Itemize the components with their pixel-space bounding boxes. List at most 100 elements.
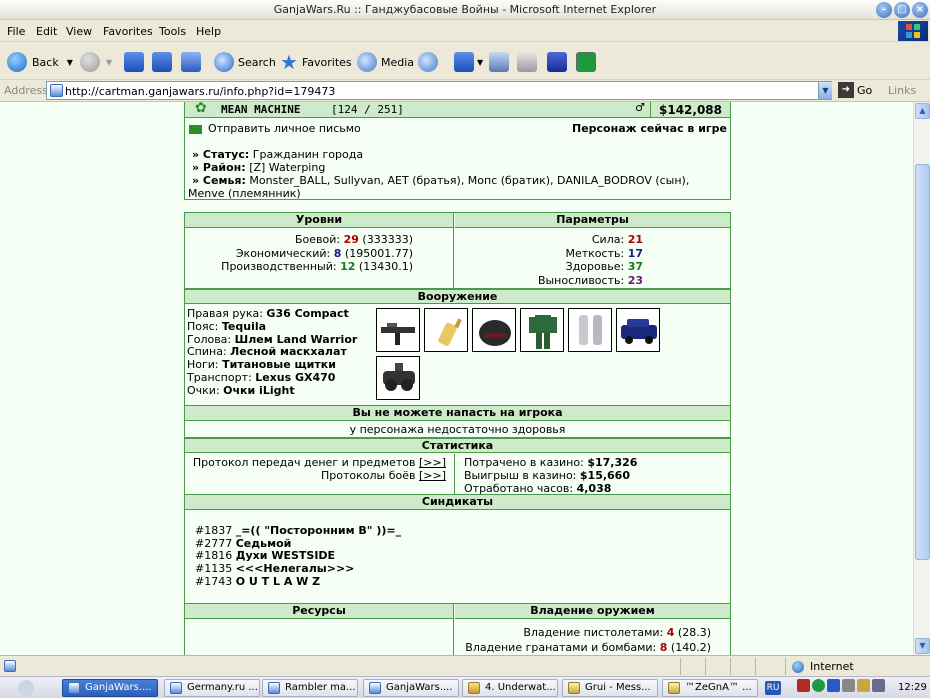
male-icon: ♂: [635, 102, 645, 114]
display-tray-icon[interactable]: [872, 679, 885, 692]
leg-guards-icon[interactable]: [568, 308, 612, 352]
icq-tray-icon[interactable]: [812, 679, 825, 692]
edit-button[interactable]: [517, 50, 537, 74]
level-value: 29: [343, 233, 359, 246]
weapon-link[interactable]: Титановые щитки: [222, 358, 336, 371]
mail-dropdown-icon[interactable]: ▼: [477, 58, 483, 67]
media-button[interactable]: Media: [357, 50, 414, 74]
family-row-2[interactable]: Menve (племянник): [188, 187, 301, 200]
mastery-value: 4: [666, 626, 675, 639]
volume-tray-icon[interactable]: [842, 679, 855, 692]
network-tray-icon[interactable]: [827, 679, 840, 692]
home-button[interactable]: [181, 50, 201, 74]
mastery-extra: (28.3): [677, 626, 711, 639]
print-button[interactable]: [489, 50, 509, 74]
send-message-link[interactable]: Отправить личное письмо: [189, 122, 361, 135]
player-level: [124 / 251]: [331, 103, 404, 116]
weapon-link[interactable]: Lexus GX470: [255, 371, 335, 384]
taskbar-item[interactable]: Grui - Mess...: [562, 679, 658, 697]
weapon-link[interactable]: Шлем Land Warrior: [235, 333, 358, 346]
transfer-protocol-link[interactable]: [>>]: [419, 456, 446, 469]
forward-dropdown-icon[interactable]: ▼: [106, 58, 112, 67]
weapon-link[interactable]: Tequila: [222, 320, 266, 333]
back-button[interactable]: Back ▼: [7, 50, 73, 74]
mail-icon: [454, 52, 474, 72]
back-dropdown-icon[interactable]: ▼: [67, 58, 73, 67]
weapon-link[interactable]: Лесной маскхалат: [230, 345, 347, 358]
address-dropdown-icon[interactable]: ▼: [818, 82, 832, 99]
menu-help[interactable]: Help: [196, 25, 221, 38]
icq-icon: [576, 52, 596, 72]
search-button[interactable]: Search: [214, 50, 276, 74]
antivirus-tray-icon[interactable]: [797, 679, 810, 692]
mail-button[interactable]: ▼: [454, 50, 483, 74]
attack-reason: у персонажа недостаточно здоровья: [349, 423, 566, 436]
language-indicator[interactable]: RU: [765, 681, 781, 695]
menu-view[interactable]: View: [66, 25, 92, 38]
history-button[interactable]: [418, 50, 438, 74]
stop-button[interactable]: [124, 50, 144, 74]
menu-bar: File Edit View Favorites Tools Help: [0, 20, 930, 42]
casino-spent-label: Потрачено в казино:: [464, 456, 584, 469]
refresh-button[interactable]: [152, 50, 172, 74]
weapon-images-row-2: [376, 356, 420, 400]
camo-suit-icon[interactable]: [520, 308, 564, 352]
syndicate-row[interactable]: #1743 O U T L A W Z: [195, 575, 401, 589]
ie-icon: [68, 682, 80, 694]
family-links[interactable]: Monster_BALL, Sullyvan, AET (братья), Мо…: [249, 174, 689, 187]
car-icon[interactable]: [616, 308, 660, 352]
weapon-row: Очки: Очки iLight: [187, 383, 357, 398]
level-label: Боевой:: [294, 233, 341, 246]
minimize-button[interactable]: –: [876, 2, 892, 18]
weapon-slot-label: Очки:: [187, 383, 220, 397]
apple-start-icon[interactable]: [18, 680, 34, 696]
online-status: Персонаж сейчас в игре: [571, 122, 727, 135]
scroll-up-icon[interactable]: ▲: [915, 103, 930, 119]
menu-edit[interactable]: Edit: [36, 25, 57, 38]
weapon-link[interactable]: Очки iLight: [223, 384, 294, 397]
favorites-button[interactable]: ★ Favorites: [280, 50, 352, 74]
search-label: Search: [238, 55, 276, 69]
close-button[interactable]: ×: [912, 2, 928, 18]
district-link[interactable]: [Z] Waterping: [249, 161, 325, 174]
weapon-link[interactable]: G36 Compact: [266, 307, 348, 320]
history-icon: [418, 52, 438, 72]
menu-file[interactable]: File: [7, 25, 25, 38]
night-goggles-icon[interactable]: [376, 356, 420, 400]
helmet-icon[interactable]: [472, 308, 516, 352]
go-button[interactable]: ➜ Go: [838, 82, 872, 98]
casino-won-label: Выигрыш в казино:: [464, 469, 577, 482]
header-divider: [650, 102, 651, 119]
level-value: 12: [340, 260, 356, 273]
battle-protocol-link[interactable]: [>>]: [419, 469, 446, 482]
rifle-icon[interactable]: [376, 308, 420, 352]
icq-button[interactable]: [576, 50, 596, 74]
status-row: » Статус: Гражданин города: [192, 148, 363, 161]
scroll-thumb[interactable]: [915, 164, 930, 560]
attack-box: Вы не можете напасть на игрока у персона…: [184, 405, 731, 438]
messenger-tray-icon[interactable]: [857, 679, 870, 692]
discuss-button[interactable]: [547, 50, 567, 74]
taskbar-item[interactable]: 4. Underwat...: [462, 679, 558, 697]
mastery-label: Владение гранатами и бомбами:: [465, 640, 657, 654]
weapon-slot-label: Ноги:: [187, 358, 219, 372]
menu-favorites[interactable]: Favorites: [103, 25, 153, 38]
param-row: Меткость: 17: [538, 247, 644, 261]
taskbar-item[interactable]: GanjaWars....: [62, 679, 158, 697]
scroll-down-icon[interactable]: ▼: [915, 638, 930, 654]
weapons-box: Вооружение Правая рука: G36 Compact Пояс…: [184, 289, 731, 406]
forward-button[interactable]: ▼: [80, 50, 112, 74]
cannabis-leaf-icon: ✿: [195, 102, 207, 116]
task-label: ™ZeGnA™ ...: [685, 682, 752, 693]
bottle-icon[interactable]: [424, 308, 468, 352]
maximize-button[interactable]: □: [894, 2, 910, 18]
taskbar-item[interactable]: Germany.ru ...: [164, 679, 260, 697]
address-input[interactable]: [46, 81, 832, 100]
vertical-scrollbar[interactable]: ▲ ▼: [913, 102, 930, 655]
taskbar-item[interactable]: GanjaWars....: [363, 679, 459, 697]
taskbar-item[interactable]: Rambler ma...: [262, 679, 358, 697]
level-value: 8: [333, 246, 342, 260]
menu-tools[interactable]: Tools: [159, 25, 186, 38]
taskbar-item[interactable]: ™ZeGnA™ ...: [662, 679, 758, 697]
links-label[interactable]: Links: [888, 84, 916, 97]
